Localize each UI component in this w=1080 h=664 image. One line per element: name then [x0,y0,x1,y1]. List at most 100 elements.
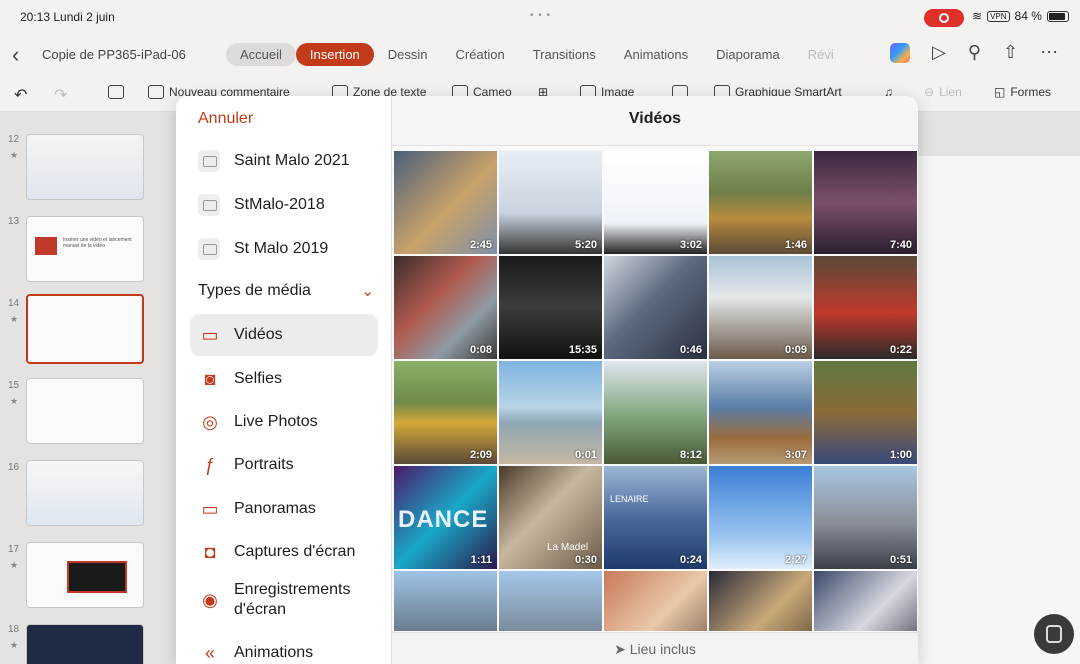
slide-thumbnail-17[interactable] [26,542,144,608]
tab-diaporama[interactable]: Diaporama [702,43,794,66]
slide-thumbnail-14[interactable] [26,294,144,364]
tab-animations[interactable]: Animations [610,43,702,66]
media-type-screenshots[interactable]: ◘ Captures d'écran [190,531,378,573]
video-thumbnail[interactable]: 0:01 [499,361,602,464]
video-duration: 2:45 [469,239,492,251]
video-thumbnail[interactable] [814,571,917,631]
video-thumbnail[interactable]: LENAIRE 0:24 [604,466,707,569]
tab-transitions[interactable]: Transitions [519,43,610,66]
video-duration: 2:09 [469,449,492,461]
video-thumbnail[interactable] [394,571,497,631]
media-type-portraits[interactable]: ƒ Portraits [190,444,378,486]
video-thumbnail[interactable]: 5:20 [499,151,602,254]
tab-accueil[interactable]: Accueil [226,43,296,66]
media-type-live-photos[interactable]: ◎ Live Photos [190,401,378,443]
video-duration: 0:08 [469,344,492,356]
slide-thumbnail-12[interactable] [26,134,144,200]
video-thumbnail[interactable]: 0:09 [709,256,812,359]
album-item[interactable]: St Malo 2019 [198,234,328,264]
video-thumbnail[interactable]: La Madel 0:30 [499,466,602,569]
copilot-icon[interactable] [890,42,910,63]
media-type-screen-recordings[interactable]: ◉ Enregistrements d'écran [190,576,378,624]
panorama-icon: ▭ [201,499,219,519]
video-thumbnail[interactable]: 3:02 [604,151,707,254]
video-thumbnail[interactable]: 2:45 [394,151,497,254]
share-icon[interactable]: ⇧ [1003,42,1018,63]
video-thumbnail[interactable]: 0:46 [604,256,707,359]
media-type-animations[interactable]: « Animations [190,632,378,664]
video-thumbnail[interactable]: 0:22 [814,256,917,359]
location-arrow-icon: ➤ [614,641,626,657]
link-button[interactable]: ⊖ Lien [924,85,962,99]
video-thumbnail[interactable]: 2:27 [709,466,812,569]
video-duration: 0:09 [784,344,807,356]
album-item[interactable]: Saint Malo 2021 [198,146,350,176]
thumbnail-overlay-text: LENAIRE [610,494,649,504]
cancel-button[interactable]: Annuler [198,110,253,128]
media-type-panoramas[interactable]: ▭ Panoramas [190,488,378,530]
video-thumbnail[interactable]: 0:51 [814,466,917,569]
current-slide[interactable] [916,156,1080,664]
ribbon-tabs: Accueil Insertion Dessin Création Transi… [226,43,848,66]
video-duration: 3:02 [679,239,702,251]
play-icon[interactable]: ▷ [932,42,946,63]
media-types-header[interactable]: Types de média ⌄ [198,282,374,300]
document-title[interactable]: Copie de PP365-iPad-06 [42,47,186,62]
redo-icon[interactable]: ↷ [54,85,67,105]
album-icon [198,194,220,216]
live-photo-icon: ◎ [202,412,218,432]
portrait-icon: ƒ [204,455,215,475]
slide-thumbnail-18[interactable] [26,624,144,664]
slide-caption: Insérer une vidéo et lancement manuel de… [63,237,132,249]
video-duration: 8:12 [679,449,702,461]
video-thumbnail[interactable]: 1:46 [709,151,812,254]
tab-revision[interactable]: Révi [794,43,848,66]
search-icon[interactable]: ⚲ [968,42,981,63]
tab-creation[interactable]: Création [442,43,519,66]
video-thumbnail[interactable]: 1:00 [814,361,917,464]
slide-number: 17 [8,544,20,555]
video-duration: 1:11 [470,554,492,566]
screen-recording-icon[interactable] [924,9,964,27]
media-type-videos[interactable]: ▭ Vidéos [190,314,378,356]
slide-thumbnail-13[interactable]: Insérer une vidéo et lancement manuel de… [26,216,144,282]
new-slide-icon[interactable] [108,85,124,99]
slide-thumbnail-16[interactable] [26,460,144,526]
video-thumbnail[interactable]: 8:12 [604,361,707,464]
battery-percent: 84 % [1014,9,1042,23]
slide-thumbnail-15[interactable] [26,378,144,444]
slide-star-icon: ★ [10,560,19,570]
video-icon: ▭ [201,325,219,345]
multitask-dots-icon[interactable]: • • • [530,10,551,21]
undo-icon[interactable]: ↶ [14,85,27,105]
video-thumbnail[interactable]: 2:09 [394,361,497,464]
back-chevron-icon[interactable]: ‹ [12,42,19,68]
screenshot-icon: ◘ [204,542,216,562]
status-icons: ≋ VPN 84 % [972,9,1069,23]
video-duration: 15:35 [568,344,597,356]
status-time: 20:13 Lundi 2 juin [20,10,115,24]
shapes-button[interactable]: ◱ Formes [994,85,1051,99]
battery-icon [1046,10,1069,22]
floating-menu-button[interactable] [1034,614,1074,654]
video-thumbnail[interactable]: 15:35 [499,256,602,359]
tab-insertion[interactable]: Insertion [295,43,374,66]
video-thumbnail[interactable]: 7:40 [814,151,917,254]
video-thumbnail[interactable]: 3:07 [709,361,812,464]
video-thumbnail[interactable] [709,571,812,631]
video-duration: 5:20 [574,239,597,251]
slide-star-icon: ★ [10,396,19,406]
thumbnail-overlay-text: La Madel [547,542,589,553]
video-thumbnail[interactable]: 0:08 [394,256,497,359]
video-thumbnail[interactable] [604,571,707,631]
video-duration: 7:40 [889,239,912,251]
location-footer[interactable]: ➤ Lieu inclus [392,632,918,664]
video-thumbnail[interactable]: DANCE 1:11 [394,466,497,569]
more-icon[interactable]: ⋯ [1040,42,1058,63]
media-type-selfies[interactable]: ◙ Selfies [190,358,378,400]
thumbnail-overlay-text: DANCE [398,506,489,533]
video-duration: 1:00 [889,449,912,461]
video-thumbnail[interactable] [499,571,602,631]
album-item[interactable]: StMalo-2018 [198,190,325,220]
tab-dessin[interactable]: Dessin [374,43,442,66]
